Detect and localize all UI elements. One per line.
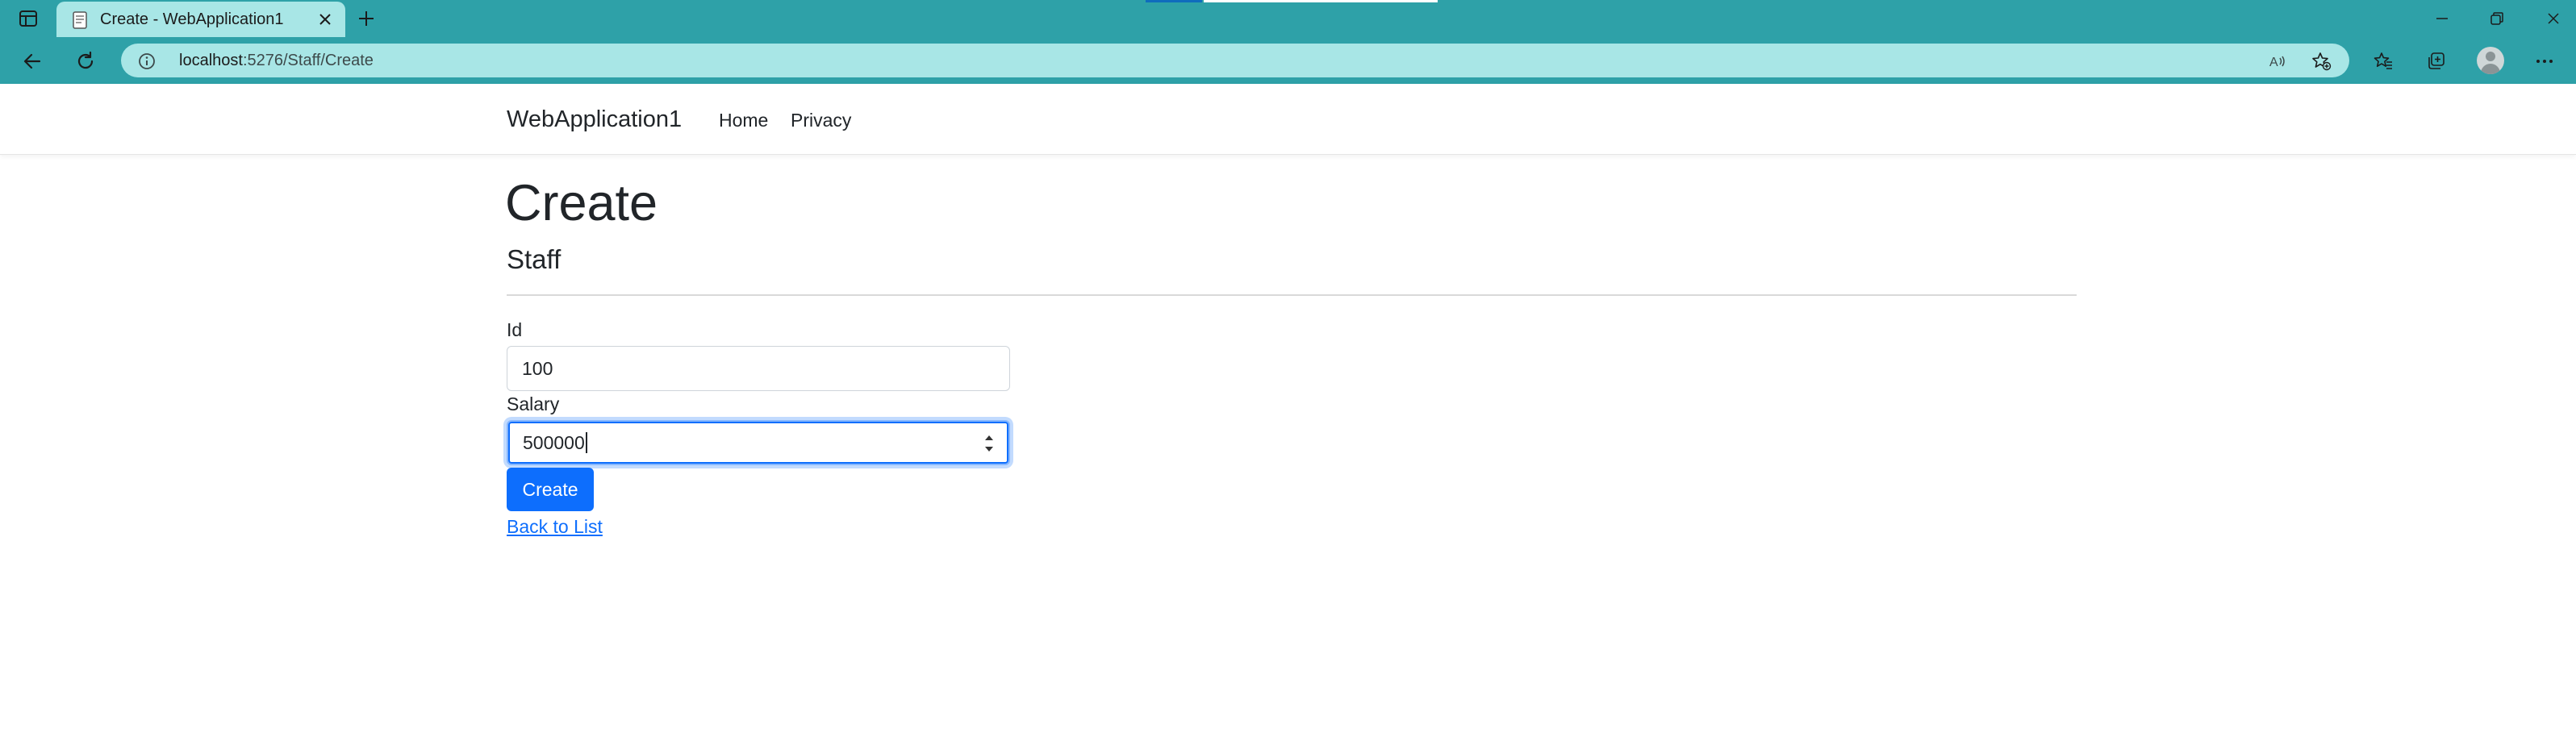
url-text[interactable]: localhost:5276/Staff/Create	[179, 52, 374, 70]
add-favorite-icon[interactable]	[2311, 51, 2332, 72]
text-caret	[585, 432, 587, 453]
refresh-icon[interactable]	[71, 47, 100, 76]
restore-icon[interactable]	[2483, 6, 2511, 31]
number-spinner-icon[interactable]	[983, 431, 996, 456]
site-info-icon[interactable]	[137, 52, 157, 71]
svg-text:A: A	[2269, 56, 2278, 69]
close-tab-icon[interactable]	[316, 10, 334, 28]
page-favicon-icon	[71, 11, 89, 29]
id-label: Id	[507, 319, 523, 340]
browser-toolbar: localhost:5276/Staff/Create A	[0, 37, 2576, 84]
back-arrow-icon[interactable]	[18, 47, 47, 76]
nav-link-home[interactable]: Home	[719, 110, 768, 131]
progress-indicator-track	[1204, 0, 1438, 2]
url-path: :5276/Staff/Create	[242, 52, 374, 69]
site-navbar: WebApplication1 Home Privacy	[0, 84, 2576, 155]
salary-input-value: 500000	[523, 431, 585, 453]
minimize-icon[interactable]	[2428, 6, 2456, 31]
back-to-list-link[interactable]: Back to List	[507, 516, 603, 538]
salary-label: Salary	[507, 393, 560, 414]
navbar-brand-link[interactable]: WebApplication1	[507, 106, 682, 133]
new-tab-icon[interactable]	[355, 7, 378, 30]
more-options-icon[interactable]	[2530, 47, 2559, 76]
id-input[interactable]: 100	[507, 346, 1010, 391]
divider	[507, 294, 2077, 296]
page-subtitle: Staff	[507, 244, 562, 274]
read-aloud-icon[interactable]: A	[2267, 51, 2288, 72]
browser-tab-bar: Create - WebApplication1	[0, 0, 2576, 37]
browser-tab-active[interactable]: Create - WebApplication1	[56, 2, 345, 37]
address-bar[interactable]: localhost:5276/Staff/Create A	[121, 44, 2349, 77]
tab-title: Create - WebApplication1	[100, 10, 284, 28]
profile-avatar-icon[interactable]	[2477, 47, 2504, 74]
id-input-value: 100	[522, 357, 553, 379]
url-host: localhost	[179, 52, 243, 69]
progress-indicator	[1146, 0, 1202, 2]
close-window-icon[interactable]	[2540, 6, 2567, 31]
page-title: Create	[505, 175, 658, 231]
nav-link-privacy[interactable]: Privacy	[791, 110, 851, 131]
salary-input[interactable]: 500000	[507, 420, 1010, 465]
collections-icon[interactable]	[2422, 47, 2451, 76]
create-button[interactable]: Create	[507, 468, 594, 511]
favorites-icon[interactable]	[2369, 47, 2398, 76]
tab-actions-icon[interactable]	[15, 8, 42, 29]
